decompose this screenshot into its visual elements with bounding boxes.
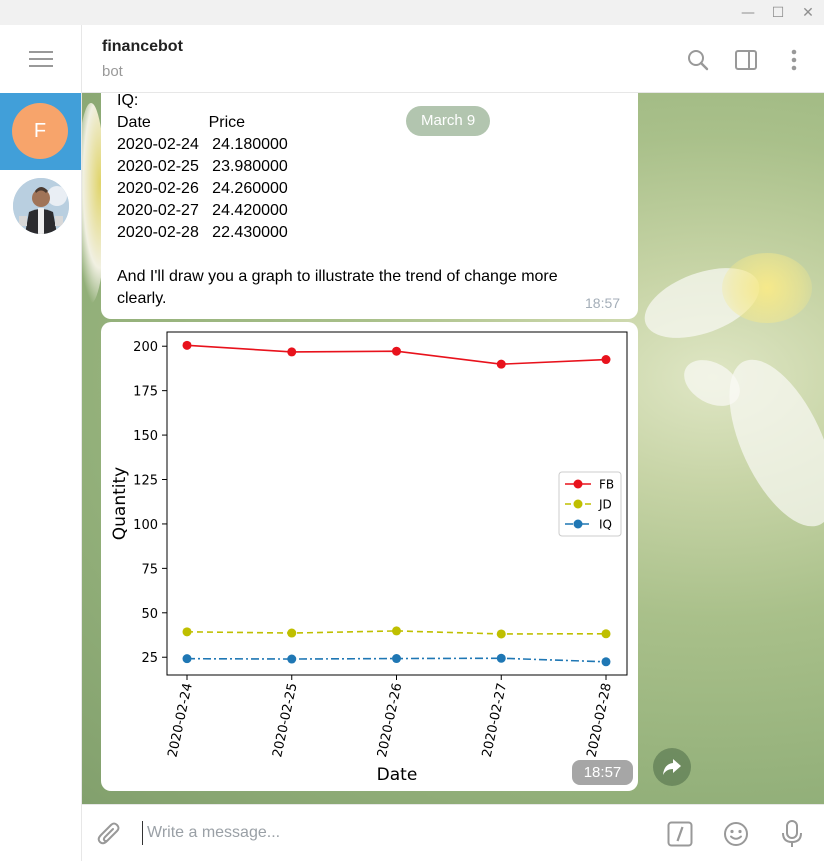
message-input[interactable] [142, 821, 642, 845]
x-tick-label: 2020-02-24 [166, 682, 196, 759]
bot-commands-button[interactable] [665, 819, 695, 849]
window-titlebar: — ☐ ✕ [0, 0, 824, 25]
data-point-iq [496, 653, 506, 663]
data-point-iq [392, 654, 401, 664]
message-line: 2020-02-26 24.260000 [117, 180, 288, 197]
message-time: 18:57 [572, 760, 633, 785]
message-composer [82, 804, 824, 861]
y-tick-label: 175 [133, 385, 158, 400]
data-point-fb [287, 347, 297, 357]
chat-area: IQ: Date Price 2020-02-24 24.180000 2020… [82, 93, 824, 804]
y-tick-label: 75 [141, 562, 158, 577]
more-vertical-icon [791, 49, 797, 71]
legend-label: JD [598, 498, 612, 512]
minimize-button[interactable]: — [739, 4, 757, 22]
search-icon [688, 50, 709, 71]
data-point-jd [496, 629, 506, 639]
message-line: And I'll draw you a graph to illustrate … [117, 268, 558, 285]
message-bubble-text[interactable]: IQ: Date Price 2020-02-24 24.180000 2020… [101, 93, 638, 319]
legend-marker [573, 479, 583, 489]
paperclip-icon [97, 822, 120, 845]
sidebar-toggle-button[interactable] [733, 47, 759, 73]
chat-header: financebot bot [82, 25, 824, 93]
legend-marker [573, 499, 583, 509]
search-button[interactable] [685, 47, 711, 73]
message-time: 18:57 [585, 295, 621, 311]
line-chart: 25 50 75 100 125 150 175 200 2020-02-24 2020-02-2… [110, 331, 628, 785]
plot-frame [166, 331, 628, 676]
message-line: clearly. [117, 290, 167, 307]
y-tick-label: 50 [141, 607, 158, 622]
smile-icon [724, 822, 748, 846]
menu-button[interactable] [0, 25, 81, 93]
x-tick-label: 2020-02-28 [585, 682, 615, 759]
message-line: 2020-02-27 24.420000 [117, 202, 288, 219]
avatar-photo [13, 178, 69, 234]
y-tick-label: 25 [141, 651, 158, 666]
data-point-iq [287, 654, 297, 664]
legend-label: FB [599, 478, 614, 492]
background-flower-center [722, 253, 812, 323]
y-tick-label: 125 [133, 474, 158, 489]
chart-message-bubble[interactable]: 25 50 75 100 125 150 175 200 2020-02-24 2020-02-2… [101, 322, 638, 791]
chat-item-financebot[interactable]: F [0, 93, 81, 170]
chat-item-second[interactable] [0, 170, 81, 246]
hamburger-icon [28, 51, 53, 67]
avatar: F [12, 103, 68, 159]
data-point-jd [392, 626, 401, 636]
data-point-jd [287, 628, 297, 638]
chat-subtitle: bot [102, 63, 123, 80]
microphone-icon [782, 820, 802, 847]
x-axis-label: Date [377, 765, 418, 785]
x-tick-label: 2020-02-26 [375, 682, 405, 759]
legend-label: IQ [599, 518, 612, 532]
emoji-button[interactable] [721, 819, 751, 849]
date-badge: March 9 [406, 106, 491, 136]
y-axis-label: Quantity [110, 467, 130, 540]
message-line: 2020-02-28 22.430000 [117, 224, 288, 241]
x-tick-label: 2020-02-25 [270, 682, 300, 759]
close-window-button[interactable]: ✕ [799, 4, 817, 22]
data-point-fb [496, 359, 506, 369]
data-point-fb [392, 346, 401, 356]
data-point-jd [601, 629, 611, 639]
data-point-iq [601, 657, 611, 667]
share-button[interactable] [653, 748, 691, 786]
y-tick-label: 200 [133, 340, 158, 355]
chat-title[interactable]: financebot [102, 38, 183, 56]
share-arrow-icon [663, 759, 681, 775]
attach-button[interactable] [94, 819, 124, 849]
y-tick-label: 150 [133, 429, 158, 444]
chat-list-sidebar: F [0, 25, 82, 861]
voice-record-button[interactable] [777, 819, 807, 849]
y-tick-label: 100 [133, 518, 158, 533]
message-line: 2020-02-25 23.980000 [117, 158, 288, 175]
sidebar-panel-icon [735, 50, 757, 70]
data-point-fb [601, 355, 611, 365]
message-line: IQ: [117, 93, 139, 109]
message-line: Date Price [117, 114, 246, 131]
data-point-iq [182, 654, 192, 664]
more-options-button[interactable] [781, 47, 807, 73]
message-line: 2020-02-24 24.180000 [117, 136, 288, 153]
slash-command-icon [667, 821, 693, 847]
maximize-button[interactable]: ☐ [769, 4, 787, 22]
data-point-jd [182, 627, 192, 637]
x-tick-label: 2020-02-27 [480, 682, 510, 759]
data-point-fb [182, 340, 192, 350]
legend-marker [573, 519, 583, 529]
